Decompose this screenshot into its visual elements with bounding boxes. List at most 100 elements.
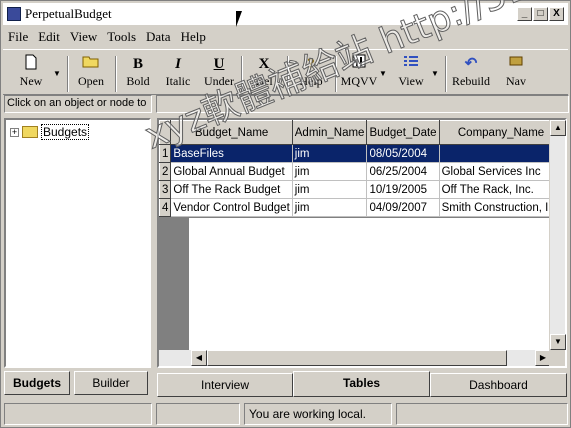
view-dropdown-icon[interactable]: ▼	[431, 69, 439, 78]
rebuild-button[interactable]: ↶ Rebuild	[449, 54, 493, 94]
tab-budgets[interactable]: Budgets	[4, 371, 70, 395]
column-header-admin-name[interactable]: Admin_Name	[291, 120, 368, 145]
mouse-cursor-icon	[236, 11, 242, 27]
horizontal-scrollbar[interactable]: ◀ ▶	[159, 350, 551, 366]
tab-tables[interactable]: Tables	[293, 371, 430, 397]
table-row[interactable]: 1 BaseFiles jim 08/05/2004	[159, 144, 551, 163]
folder-icon	[22, 126, 38, 138]
title-bar[interactable]: PerpetualBudget _ □ X	[3, 3, 568, 25]
tab-builder[interactable]: Builder	[74, 371, 148, 395]
window-title: PerpetualBudget	[25, 6, 112, 21]
column-header-company-name[interactable]: Company_Name	[438, 120, 551, 145]
row-header-corner	[159, 120, 172, 145]
app-icon	[7, 7, 21, 21]
row-number[interactable]: 2	[159, 162, 172, 181]
menu-tools[interactable]: Tools	[102, 29, 141, 45]
cell-company-name[interactable]: Global Services Inc	[439, 162, 551, 181]
cell-admin-name[interactable]: jim	[292, 198, 368, 217]
chart-icon	[339, 54, 379, 74]
scroll-thumb[interactable]	[207, 350, 507, 366]
right-tab-strip: Interview Tables Dashboard	[157, 371, 567, 397]
row-number[interactable]: 4	[159, 198, 172, 217]
toolbar-separator	[287, 56, 289, 92]
new-button[interactable]: New	[11, 54, 51, 94]
cell-budget-name[interactable]: Vendor Control Budget	[170, 198, 293, 217]
status-bar: You are working local.	[1, 401, 571, 427]
cell-budget-date[interactable]: 10/19/2005	[366, 180, 440, 199]
toolbar-separator	[67, 56, 69, 92]
cell-company-name[interactable]: Smith Construction, Inc	[439, 198, 551, 217]
view-button[interactable]: View	[393, 54, 429, 94]
nav-button[interactable]: Nav	[499, 54, 533, 94]
row-number[interactable]: 1	[159, 144, 172, 163]
status-message: You are working local.	[244, 403, 392, 425]
new-dropdown-icon[interactable]: ▼	[53, 69, 61, 78]
cell-admin-name[interactable]: jim	[292, 180, 368, 199]
underline-button[interactable]: U Under	[201, 54, 237, 94]
application-window: PerpetualBudget _ □ X File Edit View Too…	[0, 0, 571, 428]
cell-budget-date[interactable]: 08/05/2004	[366, 144, 440, 163]
column-header-budget-name[interactable]: Budget_Name	[170, 120, 293, 145]
table-row[interactable]: 4 Vendor Control Budget jim 04/09/2007 S…	[159, 198, 551, 217]
status-panel-right	[396, 403, 568, 425]
toolbar: New ▼ Open B Bold I Italic U Under X Del	[3, 49, 568, 95]
delete-button[interactable]: X Del	[247, 54, 281, 94]
open-button[interactable]: Open	[71, 54, 111, 94]
cell-budget-date[interactable]: 06/25/2004	[366, 162, 440, 181]
column-header-budget-date[interactable]: Budget_Date	[366, 120, 440, 145]
hint-text: Click on an object or node to	[4, 95, 152, 113]
table-header-row: Budget_Name Admin_Name Budget_Date Compa…	[159, 120, 551, 145]
menu-data[interactable]: Data	[141, 29, 176, 45]
table-row[interactable]: 3 Off The Rack Budget jim 10/19/2005 Off…	[159, 180, 551, 199]
cell-budget-name[interactable]: BaseFiles	[170, 144, 293, 163]
menu-bar: File Edit View Tools Data Help	[3, 27, 211, 47]
cell-company-name[interactable]: Off The Rack, Inc.	[439, 180, 551, 199]
view-list-icon	[393, 54, 429, 74]
row-header-empty	[159, 218, 189, 350]
cell-admin-name[interactable]: jim	[292, 144, 368, 163]
bold-icon: B	[132, 56, 143, 72]
tab-interview[interactable]: Interview	[157, 373, 293, 397]
delete-icon: X	[258, 56, 270, 72]
status-panel-left	[4, 403, 152, 425]
cell-budget-date[interactable]: 04/09/2007	[366, 198, 440, 217]
expand-icon[interactable]: +	[10, 127, 19, 137]
table-row[interactable]: 2 Global Annual Budget jim 06/25/2004 Gl…	[159, 162, 551, 181]
scroll-down-icon[interactable]: ▼	[550, 334, 566, 350]
menu-help[interactable]: Help	[176, 29, 211, 45]
vertical-scrollbar[interactable]: ▲ ▼	[549, 120, 566, 350]
bold-button[interactable]: B Bold	[121, 54, 155, 94]
maximize-button[interactable]: □	[533, 7, 548, 21]
cell-budget-name[interactable]: Global Annual Budget	[170, 162, 293, 181]
cell-admin-name[interactable]: jim	[292, 162, 368, 181]
help-button[interactable]: ? Help	[293, 54, 329, 94]
rebuild-icon: ↶	[464, 56, 478, 72]
cell-budget-name[interactable]: Off The Rack Budget	[170, 180, 293, 199]
budget-table-grid[interactable]: Budget_Name Admin_Name Budget_Date Compa…	[157, 118, 567, 368]
scroll-up-icon[interactable]: ▲	[550, 120, 566, 136]
italic-button[interactable]: I Italic	[161, 54, 195, 94]
help-icon: ?	[307, 56, 315, 72]
scroll-left-icon[interactable]: ◀	[191, 350, 207, 366]
menu-edit[interactable]: Edit	[33, 29, 65, 45]
budget-table: Budget_Name Admin_Name Budget_Date Compa…	[159, 120, 551, 217]
row-number[interactable]: 3	[159, 180, 172, 199]
minimize-button[interactable]: _	[517, 7, 532, 21]
mqvv-dropdown-icon[interactable]: ▼	[379, 69, 387, 78]
underline-icon: U	[213, 56, 225, 72]
open-folder-icon	[71, 54, 111, 74]
menu-view[interactable]: View	[65, 29, 102, 45]
toolbar-separator	[241, 56, 243, 92]
tab-dashboard[interactable]: Dashboard	[430, 373, 567, 397]
left-tab-strip: Budgets Builder	[4, 371, 152, 395]
toolbar-separator	[115, 56, 117, 92]
new-document-icon	[11, 54, 51, 74]
tree-node-budgets[interactable]: + Budgets	[10, 124, 90, 140]
mqvv-button[interactable]: MQVV	[339, 54, 379, 94]
status-panel-mid	[156, 403, 240, 425]
close-button[interactable]: X	[549, 7, 564, 21]
budget-tree[interactable]: + Budgets	[4, 118, 151, 368]
cell-company-name[interactable]	[439, 144, 551, 163]
italic-icon: I	[175, 56, 181, 72]
menu-file[interactable]: File	[3, 29, 33, 45]
